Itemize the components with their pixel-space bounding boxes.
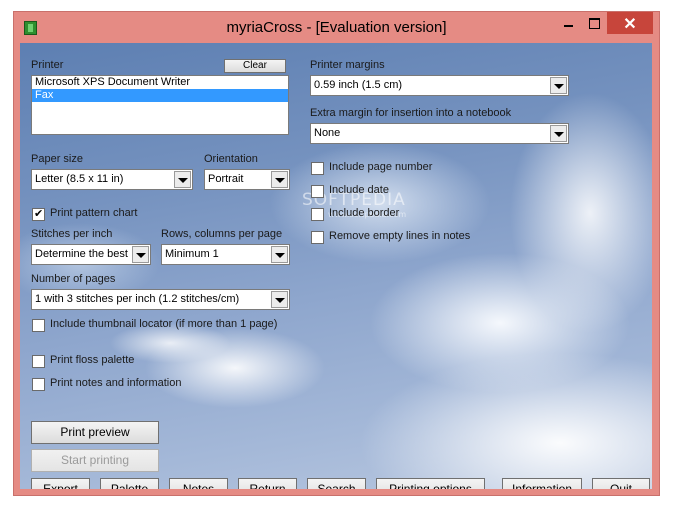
printer-margins-value: 0.59 inch (1.5 cm) [314,79,403,91]
chevron-down-icon[interactable] [271,171,288,188]
stitches-per-inch-label: Stitches per inch [31,228,113,240]
rows-columns-value: Minimum 1 [165,248,219,260]
search-button[interactable]: Search [307,478,366,489]
maximize-button[interactable] [581,12,607,34]
include-date-label: Include date [329,184,389,196]
export-button[interactable]: Export [31,478,90,489]
include-date-checkbox[interactable]: Include date [311,184,511,199]
rows-columns-label: Rows, columns per page [161,228,283,240]
orientation-label: Orientation [204,153,258,165]
print-notes-checkbox[interactable]: Print notes and information [32,377,232,392]
close-button[interactable]: ✕ [607,12,653,34]
maximize-icon [589,18,600,29]
quit-button[interactable]: Quit [592,478,650,489]
number-of-pages-select[interactable]: 1 with 3 stitches per inch (1.2 stitches… [31,289,290,310]
print-notes-label: Print notes and information [50,377,182,389]
extra-margin-select[interactable]: None [310,123,569,144]
checkbox-icon[interactable] [32,355,45,368]
orientation-select[interactable]: Portrait [204,169,290,190]
printer-item-xps[interactable]: Microsoft XPS Document Writer [32,76,288,89]
stitches-per-inch-select[interactable]: Determine the best [31,244,151,265]
include-page-number-label: Include page number [329,161,433,173]
include-thumbnail-label: Include thumbnail locator (if more than … [50,318,278,330]
information-button[interactable]: Information [502,478,582,489]
close-icon: ✕ [623,16,637,33]
printer-margins-select[interactable]: 0.59 inch (1.5 cm) [310,75,569,96]
print-pattern-chart-checkbox[interactable]: Print pattern chart [32,207,232,222]
include-page-number-checkbox[interactable]: Include page number [311,161,511,176]
include-thumbnail-checkbox[interactable]: Include thumbnail locator (if more than … [32,318,292,333]
checkbox-checked-icon[interactable] [32,207,45,221]
chevron-down-icon[interactable] [174,171,191,188]
main-window: myriaCross - [Evaluation version] ✕ SOFT… [13,11,660,496]
notes-button[interactable]: Notes [169,478,228,489]
extra-margin-value: None [314,127,341,139]
checkbox-icon[interactable] [311,162,324,175]
extra-margin-label: Extra margin for insertion into a notebo… [310,107,512,119]
chevron-down-icon[interactable] [550,125,567,142]
remove-empty-lines-label: Remove empty lines in notes [329,230,471,242]
printer-margins-label: Printer margins [310,59,385,71]
number-of-pages-label: Number of pages [31,273,116,285]
orientation-value: Portrait [208,173,244,185]
printer-list[interactable]: Microsoft XPS Document Writer Fax [31,75,289,135]
paper-size-label: Paper size [31,153,83,165]
include-border-label: Include border [329,207,400,219]
minimize-button[interactable] [555,12,581,34]
chevron-down-icon[interactable] [271,246,288,263]
chevron-down-icon[interactable] [132,246,149,263]
checkbox-icon[interactable] [311,231,324,244]
paper-size-value: Letter (8.5 x 11 in) [35,173,124,185]
checkbox-icon[interactable] [32,319,45,332]
printer-item-fax[interactable]: Fax [32,89,288,102]
stitches-per-inch-value: Determine the best [35,248,128,260]
printing-options-button[interactable]: Printing options [376,478,485,489]
rows-columns-select[interactable]: Minimum 1 [161,244,290,265]
chevron-down-icon[interactable] [550,77,567,94]
remove-empty-lines-checkbox[interactable]: Remove empty lines in notes [311,230,511,245]
checkbox-icon[interactable] [311,185,324,198]
start-printing-button[interactable]: Start printing [31,449,159,472]
clear-printer-button[interactable]: Clear [224,59,286,73]
include-border-checkbox[interactable]: Include border [311,207,511,222]
printer-label: Printer [31,59,64,71]
palette-button[interactable]: Palette [100,478,159,489]
return-button[interactable]: Return [238,478,297,489]
checkbox-icon[interactable] [311,208,324,221]
print-preview-button[interactable]: Print preview [31,421,159,444]
chevron-down-icon[interactable] [271,291,288,308]
minimize-icon [564,25,573,27]
number-of-pages-value: 1 with 3 stitches per inch (1.2 stitches… [35,293,240,305]
print-pattern-chart-label: Print pattern chart [50,207,138,219]
print-floss-palette-checkbox[interactable]: Print floss palette [32,354,232,369]
print-floss-palette-label: Print floss palette [50,354,135,366]
checkbox-icon[interactable] [32,378,45,391]
title-bar[interactable]: myriaCross - [Evaluation version] ✕ [14,12,659,43]
paper-size-select[interactable]: Letter (8.5 x 11 in) [31,169,193,190]
print-settings-panel: SOFTPEDIA www.softpedia.com Printer Clea… [20,43,652,489]
